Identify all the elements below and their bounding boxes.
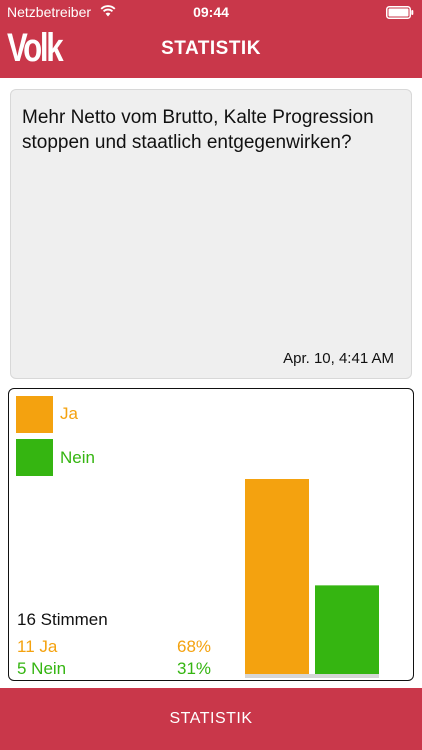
yes-percent: 68% — [177, 637, 212, 656]
vote-bar-chart — [241, 469, 381, 679]
legend-label-yes: Ja — [60, 404, 78, 423]
total-votes: 16 Stimmen — [17, 610, 108, 629]
bar-nein — [315, 585, 379, 674]
page-title: STATISTIK — [161, 38, 261, 59]
question-date: Apr. 10, 4:41 AM — [283, 350, 394, 367]
chart-canvas — [245, 479, 379, 678]
status-bar: Netzbetreiber 09:44 — [0, 0, 422, 24]
question-text: Mehr Netto vom Brutto, Kalte Progression… — [22, 107, 374, 153]
no-count: 5 Nein — [17, 659, 67, 678]
yes-count: 11 Ja — [17, 637, 58, 656]
stats-card: Ja Nein 16 Stimmen 11 Ja 68% 5 Nein 31% — [8, 388, 414, 681]
statistik-button[interactable]: STATISTIK — [0, 688, 422, 750]
no-percent: 31% — [177, 659, 212, 678]
app: Netzbetreiber 09:44 Volk STATISTIK Mehr … — [0, 0, 422, 750]
battery-icon — [386, 6, 414, 19]
header: Netzbetreiber 09:44 Volk STATISTIK — [0, 0, 422, 78]
legend-label-no: Nein — [60, 448, 95, 467]
bar-ja — [245, 479, 309, 674]
chart-baseline — [245, 674, 379, 678]
question-card: Mehr Netto vom Brutto, Kalte Progression… — [10, 89, 412, 379]
legend-swatch-yes — [16, 396, 53, 433]
status-time: 09:44 — [193, 4, 229, 20]
legend-swatch-no — [16, 439, 53, 476]
